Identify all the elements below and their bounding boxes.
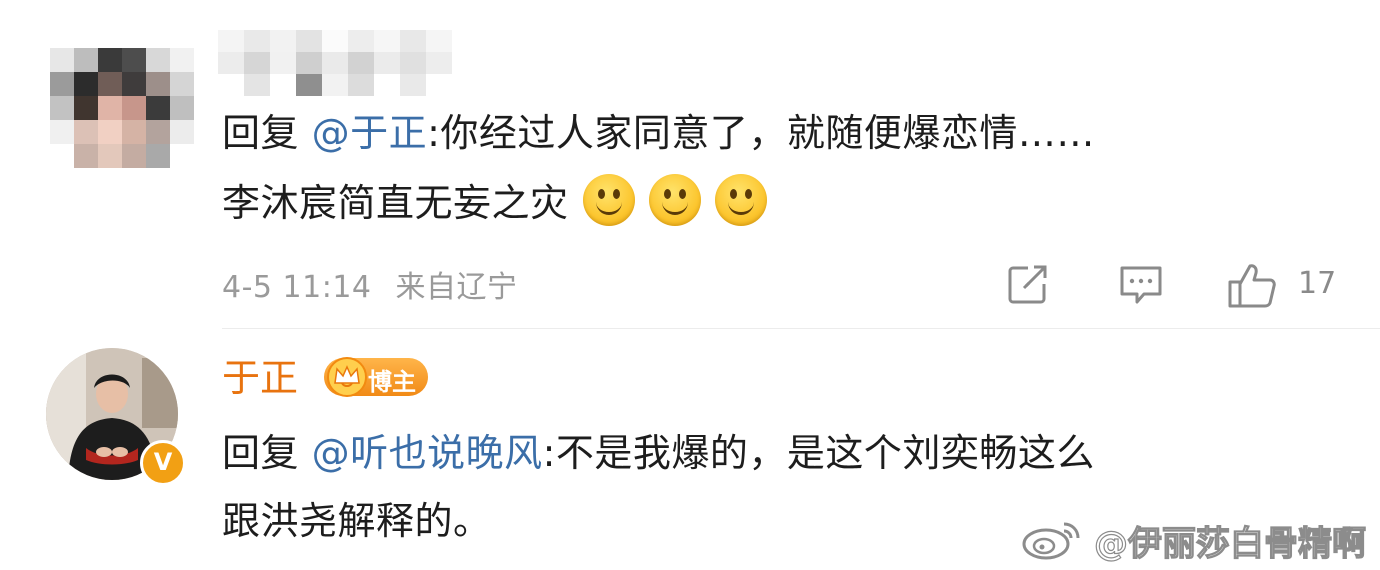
verified-badge-icon: V <box>140 440 186 486</box>
divider <box>222 328 1380 329</box>
blogger-badge: 博主 <box>324 357 428 397</box>
comment-text: 李沐宸简直无妄之灾 <box>222 181 569 225</box>
smile-emoji-icon <box>648 174 701 226</box>
comment-icon[interactable] <box>1118 262 1164 306</box>
timestamp: 4-5 11:14 <box>222 270 372 305</box>
smile-emoji-icon <box>714 174 767 226</box>
username-blurred[interactable] <box>218 30 478 100</box>
like-icon[interactable] <box>1226 262 1278 310</box>
avatar[interactable] <box>50 48 194 168</box>
smile-emoji-icon <box>582 174 635 226</box>
like-count: 17 <box>1298 266 1337 301</box>
share-icon[interactable] <box>1006 262 1050 306</box>
mention-link[interactable]: @于正 <box>312 111 428 155</box>
badge-label: 博主 <box>368 368 416 396</box>
comment-text-line-2: 李沐宸简直无妄之灾 <box>222 172 767 234</box>
watermark: @伊丽莎白骨精啊 <box>1020 510 1380 565</box>
comment-text: :你经过人家同意了，就随便爆恋情…… <box>427 111 1095 155</box>
watermark-text: @伊丽莎白骨精啊 <box>1093 523 1366 564</box>
comment-actions: 17 <box>1000 262 1340 312</box>
crown-icon <box>327 357 367 397</box>
comment-item: 回复 @于正:你经过人家同意了，就随便爆恋情…… 李沐宸简直无妄之灾 4-5 1… <box>0 0 1380 330</box>
comment-text-line-1: 回复 @于正:你经过人家同意了，就随便爆恋情…… <box>222 102 1095 164</box>
comment-text-line-2: 跟洪尧解释的。 <box>222 490 492 552</box>
comment-meta: 4-5 11:14 来自辽宁 <box>222 262 518 306</box>
comment-text-line-1: 回复 @听也说晚风:不是我爆的，是这个刘奕畅这么 <box>222 422 1095 484</box>
mention-link[interactable]: @听也说晚风 <box>312 431 543 475</box>
author-name[interactable]: 于正 <box>222 350 298 406</box>
comment-text: :不是我爆的，是这个刘奕畅这么 <box>542 431 1095 475</box>
location: 来自辽宁 <box>395 270 518 305</box>
comment-text: 跟洪尧解释的。 <box>222 499 492 543</box>
reply-prefix: 回复 <box>222 111 312 155</box>
reply-prefix: 回复 <box>222 431 312 475</box>
weibo-logo-icon <box>1022 522 1080 560</box>
